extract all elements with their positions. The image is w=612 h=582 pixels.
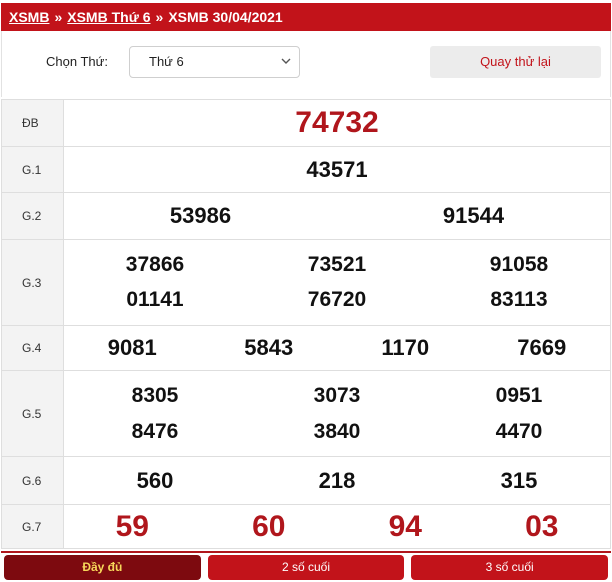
prize-row-g6: G.6 560 218 315 xyxy=(1,456,611,505)
prize-number: 3840 xyxy=(313,419,361,443)
tab-last-3-digits[interactable]: 3 số cuối xyxy=(411,555,609,580)
prize-number: 83113 xyxy=(490,288,548,311)
tab-full[interactable]: Đầy đủ xyxy=(4,555,201,580)
breadcrumb-separator: » xyxy=(54,9,63,25)
prize-numbers: 74732 xyxy=(63,99,611,147)
prize-label: G.7 xyxy=(1,504,64,549)
prize-number: 8305 xyxy=(131,383,179,407)
prize-number: 37866 xyxy=(125,253,185,276)
prize-line: 74732 xyxy=(64,106,610,140)
prize-number: 7669 xyxy=(517,335,567,360)
prize-label: G.6 xyxy=(1,456,64,505)
prize-number: 91544 xyxy=(442,203,505,228)
prize-number: 0951 xyxy=(495,383,543,407)
prize-row-g7: G.7 59 60 94 03 xyxy=(1,504,611,549)
breadcrumb-link-xsmb-friday[interactable]: XSMB Thứ 6 xyxy=(67,9,150,25)
prize-number: 4470 xyxy=(495,419,543,443)
prize-number: 73521 xyxy=(307,253,367,276)
prize-numbers: 8305 3073 0951 8476 3840 4470 xyxy=(63,370,611,457)
prize-number: 315 xyxy=(500,467,538,493)
prize-row-g5: G.5 8305 3073 0951 8476 3840 4470 xyxy=(1,370,611,457)
prize-label: G.2 xyxy=(1,192,64,240)
prize-line: 53986 91544 xyxy=(64,203,610,229)
prize-number: 43571 xyxy=(306,156,368,182)
prize-numbers: 37866 73521 91058 01141 76720 83113 xyxy=(63,239,611,326)
prize-number: 53986 xyxy=(169,203,232,228)
prize-line: 8476 3840 4470 xyxy=(64,420,610,444)
retry-spin-button[interactable]: Quay thử lại xyxy=(430,46,601,78)
prize-number: 3073 xyxy=(313,383,361,407)
breadcrumb-current-page: XSMB 30/04/2021 xyxy=(168,9,283,25)
prize-number: 60 xyxy=(252,509,286,543)
display-mode-tabs: Đầy đủ 2 số cuối 3 số cuối xyxy=(1,551,611,582)
results-table: ĐB 74732 G.1 43571 G.2 53986 91544 G.3 3… xyxy=(1,99,611,549)
prize-line: 01141 76720 83113 xyxy=(64,288,610,312)
prize-number: 91058 xyxy=(489,253,549,276)
prize-number: 1170 xyxy=(381,335,430,360)
prize-numbers: 43571 xyxy=(63,146,611,193)
prize-numbers: 9081 5843 1170 7669 xyxy=(63,325,611,371)
prize-label: G.5 xyxy=(1,370,64,457)
prize-numbers: 53986 91544 xyxy=(63,192,611,240)
prize-number: 94 xyxy=(388,509,422,543)
prize-line: 8305 3073 0951 xyxy=(64,384,610,408)
day-select-label: Chọn Thứ: xyxy=(46,54,108,69)
day-select-value: Thứ 6 xyxy=(149,54,184,69)
prize-line: 560 218 315 xyxy=(64,468,610,494)
prize-number: 59 xyxy=(115,509,149,543)
breadcrumb-link-xsmb[interactable]: XSMB xyxy=(9,9,49,25)
prize-number: 560 xyxy=(136,467,174,493)
prize-line: 59 60 94 03 xyxy=(64,510,610,544)
prize-line: 43571 xyxy=(64,157,610,183)
prize-number: 03 xyxy=(525,509,559,543)
prize-row-g4: G.4 9081 5843 1170 7669 xyxy=(1,325,611,371)
prize-numbers: 59 60 94 03 xyxy=(63,504,611,549)
prize-number: 8476 xyxy=(131,419,179,443)
prize-label: G.3 xyxy=(1,239,64,326)
prize-number: 5843 xyxy=(244,335,294,360)
filter-bar: Chọn Thứ: Thứ 6 Quay thử lại xyxy=(1,31,611,97)
chevron-down-icon xyxy=(281,58,291,64)
tab-last-2-digits[interactable]: 2 số cuối xyxy=(207,555,405,580)
special-prize-number: 74732 xyxy=(295,106,379,139)
prize-numbers: 560 218 315 xyxy=(63,456,611,505)
prize-label: G.1 xyxy=(1,146,64,193)
prize-label: ĐB xyxy=(1,99,64,147)
prize-row-db: ĐB 74732 xyxy=(1,99,611,147)
prize-number: 76720 xyxy=(307,288,367,311)
breadcrumb-separator: » xyxy=(155,9,164,25)
prize-line: 37866 73521 91058 xyxy=(64,253,610,277)
prize-line: 9081 5843 1170 7669 xyxy=(64,335,610,361)
prize-row-g2: G.2 53986 91544 xyxy=(1,192,611,240)
prize-number: 218 xyxy=(318,467,356,493)
day-select[interactable]: Thứ 6 xyxy=(129,46,300,78)
prize-row-g1: G.1 43571 xyxy=(1,146,611,193)
breadcrumb: XSMB » XSMB Thứ 6 » XSMB 30/04/2021 xyxy=(1,3,611,31)
prize-number: 01141 xyxy=(126,288,184,311)
prize-row-g3: G.3 37866 73521 91058 01141 76720 83113 xyxy=(1,239,611,326)
prize-label: G.4 xyxy=(1,325,64,371)
prize-number: 9081 xyxy=(107,335,157,360)
